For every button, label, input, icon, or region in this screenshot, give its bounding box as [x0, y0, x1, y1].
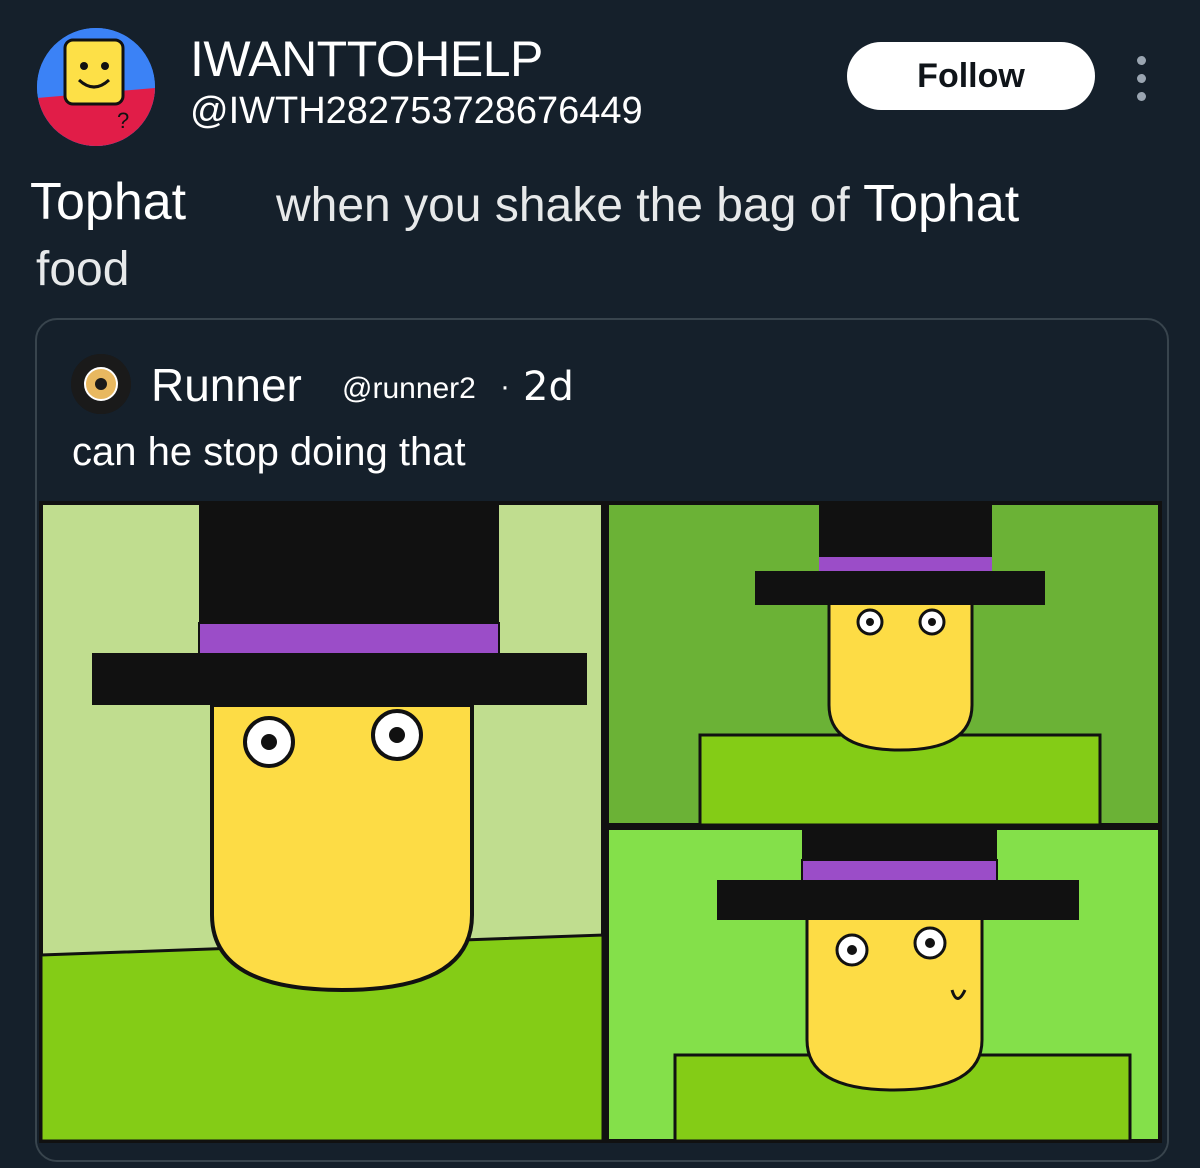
- quoted-display-name[interactable]: Runner: [151, 358, 302, 412]
- svg-text:?: ?: [117, 108, 129, 133]
- more-options-icon[interactable]: [1120, 52, 1162, 104]
- author-avatar[interactable]: ?: [37, 28, 155, 146]
- tweet-tag-word: Tophat: [30, 173, 187, 231]
- more-dot: [1136, 55, 1146, 65]
- comic-image[interactable]: [37, 495, 1167, 1160]
- tophat-comic-illustration: [37, 495, 1167, 1160]
- tweet-text-prefix: when you shake the bag of: [276, 179, 864, 232]
- quoted-tweet-card[interactable]: Runner @runner2 · 2d can he stop doing t…: [35, 318, 1169, 1162]
- cartoon-smiley-avatar-icon: ?: [37, 28, 155, 146]
- quoted-text: can he stop doing that: [72, 430, 466, 474]
- more-dot: [1136, 73, 1146, 83]
- quoted-avatar[interactable]: [71, 354, 131, 414]
- donut-avatar-icon: [71, 354, 131, 414]
- quoted-separator: ·: [500, 370, 510, 403]
- author-handle[interactable]: @IWTH282753728676449: [190, 90, 643, 133]
- tweet-text-line-2: food: [36, 243, 130, 296]
- comic-panel-2: [605, 501, 1162, 827]
- more-dot: [1136, 91, 1146, 101]
- author-display-name[interactable]: IWANTTOHELP: [190, 30, 543, 88]
- follow-button[interactable]: Follow: [847, 42, 1095, 110]
- quoted-timestamp[interactable]: 2d: [523, 364, 574, 410]
- comic-panel-1: [39, 501, 605, 1143]
- comic-panel-3: [605, 826, 1162, 1143]
- tweet-text-line-1: when you shake the bag of Tophat: [276, 174, 1019, 234]
- quoted-handle[interactable]: @runner2: [342, 372, 476, 406]
- tweet-text-bold: Tophat: [863, 175, 1020, 233]
